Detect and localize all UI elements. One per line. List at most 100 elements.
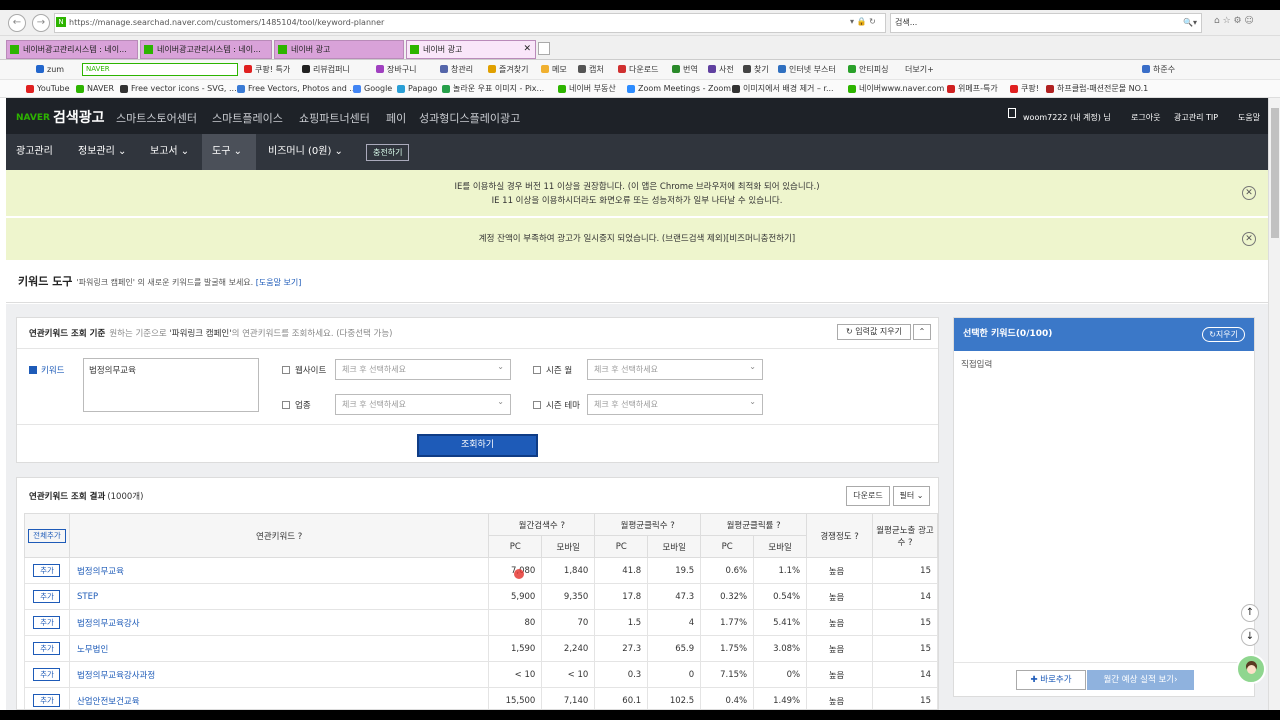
add-keyword-button[interactable]: 추가 — [33, 616, 61, 629]
tip-link[interactable]: 광고관리 TIP — [1174, 112, 1218, 123]
search-icon[interactable]: 🔍▾ — [1183, 14, 1197, 32]
search-button[interactable]: 조회하기 — [417, 434, 538, 457]
sub-mobile-clicks[interactable]: 모바일 — [647, 535, 702, 558]
industry-select[interactable]: 체크 후 선택하세요 — [335, 392, 511, 415]
bm-naver[interactable]: NAVER — [76, 80, 114, 97]
col-competition[interactable]: 경쟁정도 ? — [806, 513, 874, 558]
help-link[interactable]: 도움말 — [1238, 112, 1260, 123]
scroll-up-icon[interactable]: ↑ — [1241, 604, 1259, 622]
bm-memo[interactable]: 메모 — [541, 60, 567, 79]
quick-add-button[interactable]: ✚ 바로추가 — [1016, 670, 1086, 690]
direct-input-field[interactable]: 직접입력 — [961, 358, 992, 370]
bm-halfclub[interactable]: 하프클럽-패션전문몰 NO.1 — [1046, 80, 1148, 97]
keyword-link[interactable]: 법정의무교육강사과정 — [68, 661, 490, 688]
zum-icon[interactable]: zum — [36, 60, 64, 79]
add-keyword-button[interactable]: 추가 — [33, 642, 61, 655]
help-link[interactable]: [도움말 보기] — [256, 278, 302, 287]
url-actions[interactable]: ▾ 🔒 ↻ — [850, 17, 876, 26]
user-profile[interactable]: 하준수 — [1142, 60, 1175, 79]
tab-3[interactable]: 네이버 광고 — [274, 40, 404, 59]
charge-button[interactable]: 충전하기 — [366, 144, 410, 161]
col-keyword[interactable]: 연관키워드 ? — [68, 513, 490, 558]
bm-coupang[interactable]: 쿠팡! 특가 — [244, 60, 290, 79]
forecast-button[interactable]: 월간 예상 실적 보기› — [1087, 670, 1194, 690]
forward-button[interactable]: → — [32, 14, 50, 32]
bm-download[interactable]: 다운로드 — [618, 60, 658, 79]
add-all-button[interactable]: 전체추가 — [27, 528, 66, 543]
bm-translate[interactable]: 번역 — [672, 60, 698, 79]
scrollbar-thumb[interactable] — [1271, 108, 1279, 238]
tab-2[interactable]: 네이버광고관리시스템 : 네이... — [140, 40, 272, 59]
naver-search-field[interactable]: NAVER — [82, 63, 238, 76]
bm-naver2[interactable]: 네이버www.naver.com — [848, 80, 944, 97]
close-tab-icon[interactable]: ✕ — [523, 41, 531, 58]
page-scrollbar[interactable] — [1268, 98, 1280, 710]
sub-pc-ctr[interactable]: PC — [700, 535, 755, 558]
nav-pay[interactable]: 페이 — [386, 110, 406, 126]
bm-antiphishing[interactable]: 안티피싱 — [848, 60, 888, 79]
keyword-checkbox[interactable] — [29, 366, 37, 374]
menu-ad-management[interactable]: 광고관리 — [6, 134, 63, 170]
bm-find[interactable]: 찾기 — [743, 60, 769, 79]
bm-flaticon[interactable]: Free vector icons - SVG, ... — [120, 80, 237, 97]
bm-realestate[interactable]: 네이버 부동산 — [558, 80, 616, 97]
sub-mobile-ctr[interactable]: 모바일 — [753, 535, 808, 558]
add-keyword-button[interactable]: 추가 — [33, 590, 61, 603]
url-field[interactable]: https://manage.searchad.naver.com/custom… — [54, 13, 886, 33]
bm-review[interactable]: 리뷰컴퍼니 — [302, 60, 350, 79]
back-button[interactable]: ← — [8, 14, 26, 32]
collapse-button[interactable]: ⌃ — [913, 324, 931, 340]
brand-logo[interactable]: NAVER 검색광고 — [16, 107, 104, 127]
add-keyword-button[interactable]: 추가 — [33, 694, 61, 707]
sub-mobile-search[interactable]: 모바일 — [541, 535, 596, 558]
sub-pc-clicks[interactable]: PC — [594, 535, 649, 558]
nav-display-ads[interactable]: 성과형디스플레이광고 — [419, 110, 520, 126]
add-keyword-button[interactable]: 추가 — [33, 668, 61, 681]
bm-window[interactable]: 창관리 — [440, 60, 473, 79]
menu-report[interactable]: 보고서 ⌄ — [140, 134, 199, 170]
keyword-link[interactable]: 법정의무교육 — [68, 557, 490, 584]
keyword-link[interactable]: 산업안전보건교육 — [68, 687, 490, 709]
chatbot-avatar[interactable] — [1236, 654, 1266, 684]
bm-booster[interactable]: 인터넷 부스터 — [778, 60, 836, 79]
bm-wemakeprice[interactable]: 위메프-특가 — [947, 80, 998, 97]
menu-info[interactable]: 정보관리 ⌄ — [68, 134, 136, 170]
bm-google[interactable]: Google — [353, 80, 392, 97]
bm-fav[interactable]: 즐겨찾기 — [488, 60, 528, 79]
browser-tools-icons[interactable]: ⌂ ☆ ⚙ ☺ — [1214, 16, 1254, 26]
bm-more[interactable]: 더보기+ — [894, 60, 934, 79]
bm-coupang2[interactable]: 쿠팡! — [1010, 80, 1039, 97]
new-tab-button[interactable] — [538, 42, 550, 55]
browser-search-input[interactable]: 검색... 🔍▾ — [890, 13, 1202, 33]
season-theme-select[interactable]: 체크 후 선택하세요 — [587, 392, 763, 415]
download-button[interactable]: 다운로드 — [846, 486, 890, 506]
tab-1[interactable]: 네이버광고관리시스템 : 네이... — [6, 40, 138, 59]
nav-shopping-partner[interactable]: 쇼핑파트너센터 — [299, 110, 370, 126]
tab-4-active[interactable]: 네이버 광고 ✕ — [406, 40, 536, 59]
col-ad-count[interactable]: 월평균노출 광고수 ? — [872, 513, 938, 558]
bm-pixabay[interactable]: 놀라운 우표 이미지 - Pix... — [442, 80, 544, 97]
season-month-select[interactable]: 체크 후 선택하세요 — [587, 357, 763, 380]
season-theme-checkbox[interactable] — [533, 401, 541, 409]
bm-freepik[interactable]: Free Vectors, Photos and ... — [237, 80, 357, 97]
website-checkbox[interactable] — [282, 366, 290, 374]
sub-pc-search[interactable]: PC — [488, 535, 543, 558]
bm-cart[interactable]: 장바구니 — [376, 60, 416, 79]
menu-tools[interactable]: 도구 ⌄ — [202, 134, 256, 170]
season-month-checkbox[interactable] — [533, 366, 541, 374]
bm-removebg[interactable]: 이미지에서 배경 제거 – r... — [732, 80, 834, 97]
reset-input-button[interactable]: ↻ 입력값 지우기 — [837, 324, 911, 340]
keyword-link[interactable]: STEP — [68, 583, 490, 610]
nav-smartplace[interactable]: 스마트플레이스 — [212, 110, 283, 126]
bm-papago[interactable]: Papago — [397, 80, 437, 97]
scroll-down-icon[interactable]: ↓ — [1241, 628, 1259, 646]
filter-button[interactable]: 필터 ⌄ — [893, 486, 930, 506]
keyword-link[interactable]: 법정의무교육강사 — [68, 609, 490, 636]
website-select[interactable]: 체크 후 선택하세요 — [335, 357, 511, 380]
keyword-textarea[interactable]: 법정의무교육 — [83, 358, 259, 412]
close-icon[interactable]: ✕ — [1242, 186, 1256, 200]
keyword-link[interactable]: 노무법인 — [68, 635, 490, 662]
industry-checkbox[interactable] — [282, 401, 290, 409]
bm-youtube[interactable]: YouTube — [26, 80, 70, 97]
bm-capture[interactable]: 캡처 — [578, 60, 604, 79]
